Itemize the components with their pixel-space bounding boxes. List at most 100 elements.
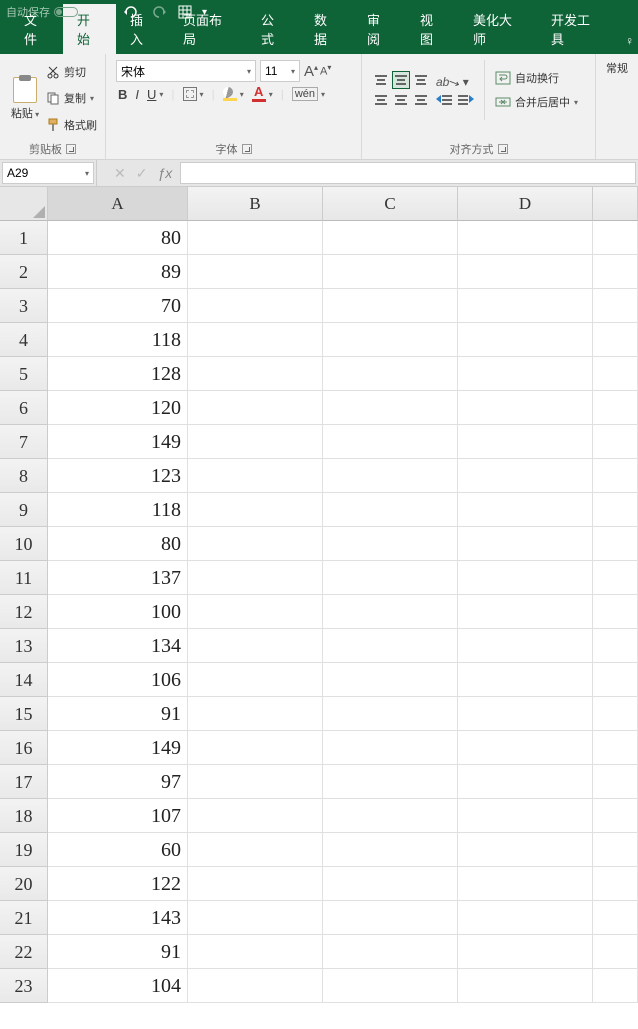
cell[interactable]: [323, 867, 458, 901]
cell[interactable]: 70: [48, 289, 188, 323]
cell[interactable]: [188, 459, 323, 493]
decrease-font-button[interactable]: A▾: [320, 63, 331, 80]
cell[interactable]: [323, 323, 458, 357]
name-box[interactable]: A29 ▾: [2, 162, 94, 184]
cell[interactable]: [323, 425, 458, 459]
cell[interactable]: [593, 459, 638, 493]
row-header[interactable]: 18: [0, 799, 48, 833]
cell[interactable]: [188, 357, 323, 391]
row-header[interactable]: 15: [0, 697, 48, 731]
fill-color-button[interactable]: ▾: [223, 87, 244, 101]
cell[interactable]: [188, 425, 323, 459]
select-all-corner[interactable]: [0, 187, 48, 221]
cell[interactable]: 91: [48, 697, 188, 731]
row-header[interactable]: 14: [0, 663, 48, 697]
cell[interactable]: [188, 493, 323, 527]
cell[interactable]: [458, 323, 593, 357]
cell[interactable]: [593, 697, 638, 731]
cell[interactable]: [458, 799, 593, 833]
cell[interactable]: [593, 901, 638, 935]
cell[interactable]: [593, 969, 638, 1003]
row-header[interactable]: 3: [0, 289, 48, 323]
cell[interactable]: 122: [48, 867, 188, 901]
cell[interactable]: [323, 289, 458, 323]
cell[interactable]: [188, 323, 323, 357]
cell[interactable]: [188, 697, 323, 731]
cell[interactable]: [323, 561, 458, 595]
cell[interactable]: [458, 255, 593, 289]
cell[interactable]: [188, 289, 323, 323]
orientation-button[interactable]: ab↗ ▾: [436, 75, 469, 89]
cell[interactable]: [593, 391, 638, 425]
row-header[interactable]: 19: [0, 833, 48, 867]
row-header[interactable]: 10: [0, 527, 48, 561]
cell[interactable]: [188, 221, 323, 255]
cell[interactable]: [593, 595, 638, 629]
cell[interactable]: [188, 391, 323, 425]
cell[interactable]: [323, 663, 458, 697]
phonetic-button[interactable]: wén▾: [292, 87, 325, 101]
font-size-combo[interactable]: 11 ▾: [260, 60, 300, 82]
cell[interactable]: [323, 799, 458, 833]
align-bottom-right-button[interactable]: [412, 91, 430, 109]
cell[interactable]: [323, 901, 458, 935]
cell[interactable]: [458, 459, 593, 493]
cell[interactable]: [188, 935, 323, 969]
cell[interactable]: [323, 255, 458, 289]
cell[interactable]: 128: [48, 357, 188, 391]
cell[interactable]: [188, 527, 323, 561]
cell[interactable]: 97: [48, 765, 188, 799]
tab-page-layout[interactable]: 页面布局: [169, 4, 247, 54]
cell[interactable]: [188, 595, 323, 629]
row-header[interactable]: 23: [0, 969, 48, 1003]
cell[interactable]: [593, 425, 638, 459]
cell[interactable]: [323, 391, 458, 425]
cell[interactable]: [593, 561, 638, 595]
enter-button[interactable]: ✓: [136, 165, 148, 182]
number-format-combo[interactable]: 常规: [606, 60, 628, 76]
cell[interactable]: [458, 493, 593, 527]
format-painter-button[interactable]: 格式刷: [46, 117, 97, 133]
cell[interactable]: [458, 867, 593, 901]
spreadsheet-grid[interactable]: A B C D 18028937041185128612071498123911…: [0, 187, 638, 1003]
cell[interactable]: [188, 255, 323, 289]
copy-button[interactable]: 复制 ▾: [46, 90, 97, 106]
row-header[interactable]: 20: [0, 867, 48, 901]
cell[interactable]: [458, 391, 593, 425]
italic-button[interactable]: I: [135, 87, 139, 102]
cell[interactable]: [458, 969, 593, 1003]
cell[interactable]: [593, 765, 638, 799]
cell[interactable]: [458, 289, 593, 323]
border-button[interactable]: ▾: [183, 87, 204, 101]
cell[interactable]: [323, 459, 458, 493]
row-header[interactable]: 13: [0, 629, 48, 663]
wrap-text-button[interactable]: 自动换行: [495, 70, 578, 86]
row-header[interactable]: 9: [0, 493, 48, 527]
tab-formulas[interactable]: 公式: [247, 4, 300, 54]
align-top-left-button[interactable]: [372, 71, 390, 89]
cell[interactable]: [458, 697, 593, 731]
bold-button[interactable]: B: [118, 87, 127, 102]
cell[interactable]: [458, 663, 593, 697]
row-header[interactable]: 5: [0, 357, 48, 391]
decrease-indent-button[interactable]: [436, 95, 452, 105]
row-header[interactable]: 22: [0, 935, 48, 969]
cell[interactable]: 134: [48, 629, 188, 663]
increase-font-button[interactable]: A▴: [304, 63, 318, 80]
cell[interactable]: 118: [48, 323, 188, 357]
cell[interactable]: [323, 833, 458, 867]
cell[interactable]: [593, 357, 638, 391]
cell[interactable]: [323, 697, 458, 731]
tab-developer[interactable]: 开发工具: [537, 4, 615, 54]
cell[interactable]: [593, 833, 638, 867]
redo-button[interactable]: [150, 5, 168, 19]
cell[interactable]: 118: [48, 493, 188, 527]
cut-button[interactable]: 剪切: [46, 64, 97, 80]
cell[interactable]: [593, 289, 638, 323]
cell[interactable]: [188, 867, 323, 901]
cell[interactable]: [458, 935, 593, 969]
cell[interactable]: [188, 799, 323, 833]
cell[interactable]: [323, 527, 458, 561]
row-header[interactable]: 1: [0, 221, 48, 255]
cell[interactable]: [323, 969, 458, 1003]
